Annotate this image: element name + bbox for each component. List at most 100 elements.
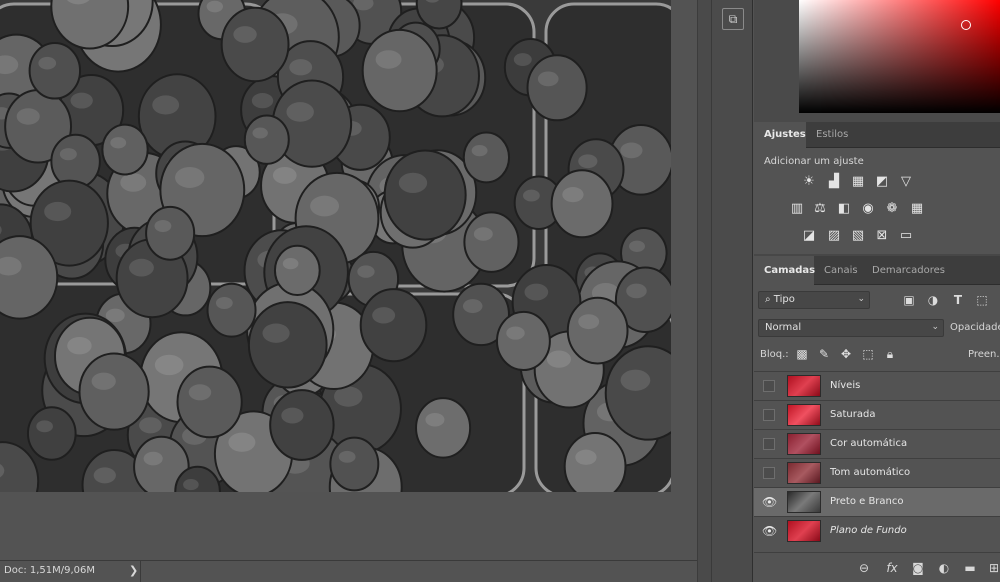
black-white-icon[interactable]: ◧ [836, 201, 852, 217]
link-icon[interactable]: ⊖ [856, 560, 872, 576]
image-filter-icon[interactable]: ▣ [901, 292, 917, 308]
vertical-scrollbar[interactable] [697, 0, 711, 582]
strawberries-photo [0, 0, 671, 492]
strawberry-highlight [578, 154, 598, 169]
blend-mode-select[interactable]: Normal ⌄ [758, 319, 944, 337]
strawberry-highlight [537, 71, 559, 87]
strawberry-highlight [67, 336, 92, 355]
layer-row[interactable]: Tom automático [754, 458, 1000, 487]
curves-icon[interactable]: ▦ [850, 174, 866, 190]
layer-row[interactable]: Níveis [754, 371, 1000, 400]
exposure-icon[interactable]: ◩ [874, 174, 890, 190]
strawberry-shape [383, 149, 467, 241]
strawberry-highlight [310, 195, 340, 217]
strawberry-highlight [372, 307, 396, 324]
tab-ajustes[interactable]: Ajustes [754, 122, 806, 148]
adjust-title: Adicionar um ajuste [764, 156, 864, 167]
layer-row[interactable]: 👁︎ Preto e Branco [754, 487, 1000, 516]
adjust-panel-body: Adicionar um ajuste ☀ ▟ ▦ ◩ ▽ ▥ ⚖ ◧ ◉ ❁ … [754, 148, 1000, 254]
canvas-workspace[interactable] [0, 0, 697, 558]
strawberry-highlight [251, 93, 274, 109]
layer-row[interactable]: 👁︎ Plano de Fundo [754, 516, 1000, 545]
brightness-icon[interactable]: ☀ [801, 174, 817, 190]
lock-artboard-icon[interactable]: ⬚ [860, 346, 876, 362]
color-picker-handle[interactable] [961, 20, 971, 30]
strawberry-highlight [91, 372, 116, 390]
document-image[interactable] [0, 0, 671, 492]
strawberry-highlight [620, 369, 651, 391]
lock-transparent-icon[interactable]: ▩ [794, 346, 810, 362]
folder-icon[interactable]: ▬ [962, 560, 978, 576]
invert-icon[interactable]: ◪ [801, 228, 817, 244]
tab-demarcadores[interactable]: Demarcadores [862, 256, 955, 285]
strawberry-shape [563, 431, 627, 492]
strawberry-highlight [506, 326, 525, 340]
layer-row[interactable]: Saturada [754, 400, 1000, 429]
strawberry-shape [206, 282, 257, 338]
layer-row[interactable]: Cor automática [754, 429, 1000, 458]
selective-color-icon[interactable]: ⊠ [874, 228, 890, 244]
lock-all-icon[interactable]: 🔒︎ [882, 346, 898, 362]
layer-filter-select[interactable]: ⌕ Tipo ⌄ [758, 291, 870, 309]
strawberry-highlight [16, 108, 40, 125]
strawberry-shape [550, 169, 614, 239]
adjustment-layer-icon[interactable]: ◐ [936, 560, 952, 576]
layer-name: Plano de Fundo [830, 525, 907, 536]
color-panel [754, 0, 1000, 122]
gradient-triangle-icon[interactable]: ▽ [898, 174, 914, 190]
shape-filter-icon[interactable]: ⬚ [974, 292, 990, 308]
threshold-icon[interactable]: ▧ [850, 228, 866, 244]
strawberry-highlight [262, 323, 290, 343]
balance-icon[interactable]: ⚖ [812, 201, 828, 217]
visibility-toggle[interactable] [763, 409, 775, 421]
new-layer-icon[interactable]: ⊞ [986, 560, 1000, 576]
gradient-map-icon[interactable]: ▭ [898, 228, 914, 244]
strawberry-highlight [357, 265, 375, 278]
visibility-toggle[interactable] [763, 438, 775, 450]
layer-thumbnail [787, 462, 821, 484]
posterize-icon[interactable]: ▨ [826, 228, 842, 244]
type-filter-icon[interactable]: T [950, 292, 966, 308]
strawberry-shape [463, 211, 520, 273]
adjust-tabbar: Ajustes Estilos [754, 122, 1000, 148]
strawberry-highlight [546, 350, 571, 368]
strawberry-highlight [286, 102, 314, 122]
levels-icon[interactable]: ▟ [826, 174, 842, 190]
layer-name: Tom automático [830, 467, 911, 478]
strawberry-highlight [206, 0, 223, 13]
right-panels: Ajustes Estilos Adicionar um ajuste ☀ ▟ … [754, 0, 1000, 582]
tab-canais[interactable]: Canais [814, 256, 868, 285]
eye-icon[interactable]: 👁︎ [762, 495, 777, 509]
strawberry-highlight [59, 148, 77, 161]
strawberry-highlight [629, 240, 645, 252]
visibility-toggle[interactable] [763, 380, 775, 392]
strawberry-highlight [462, 299, 483, 314]
lock-move-icon[interactable]: ✥ [838, 346, 854, 362]
photoshop-window: Doc: 1,51M/9,06M ❯ ⧉ Ajustes Estilos Adi… [0, 0, 1000, 582]
tab-camadas[interactable]: Camadas [754, 256, 815, 285]
strawberry-shape [101, 123, 149, 176]
strawberry-shape [462, 131, 511, 184]
strawberry-shape [220, 6, 290, 83]
strawberry-highlight [233, 26, 257, 43]
strawberry-shape [329, 436, 380, 492]
chevron-down-icon: ⌄ [931, 322, 939, 332]
color-picker-field[interactable] [799, 0, 1000, 113]
lock-brush-icon[interactable]: ✎ [816, 346, 832, 362]
channel-mixer-icon[interactable]: ❁ [884, 201, 900, 217]
vibrance-icon[interactable]: ▥ [789, 201, 805, 217]
adjustment-filter-icon[interactable]: ◑ [925, 292, 941, 308]
visibility-toggle[interactable] [763, 467, 775, 479]
strawberry-shape [273, 244, 321, 296]
strawberry-highlight [425, 412, 445, 427]
status-menu-arrow-icon[interactable]: ❯ [129, 564, 138, 577]
mask-icon[interactable]: ◙ [910, 560, 926, 576]
eye-icon[interactable]: 👁︎ [762, 524, 777, 538]
strawberry-shape [247, 301, 328, 389]
color-lookup-icon[interactable]: ▦ [909, 201, 925, 217]
photo-filter-icon[interactable]: ◉ [860, 201, 876, 217]
layers-footer: ⊖ fx ◙ ◐ ▬ ⊞ [754, 552, 1000, 582]
tab-estilos[interactable]: Estilos [806, 122, 858, 148]
fx-icon[interactable]: fx [884, 560, 900, 576]
arrange-icon[interactable]: ⧉ [722, 8, 744, 30]
